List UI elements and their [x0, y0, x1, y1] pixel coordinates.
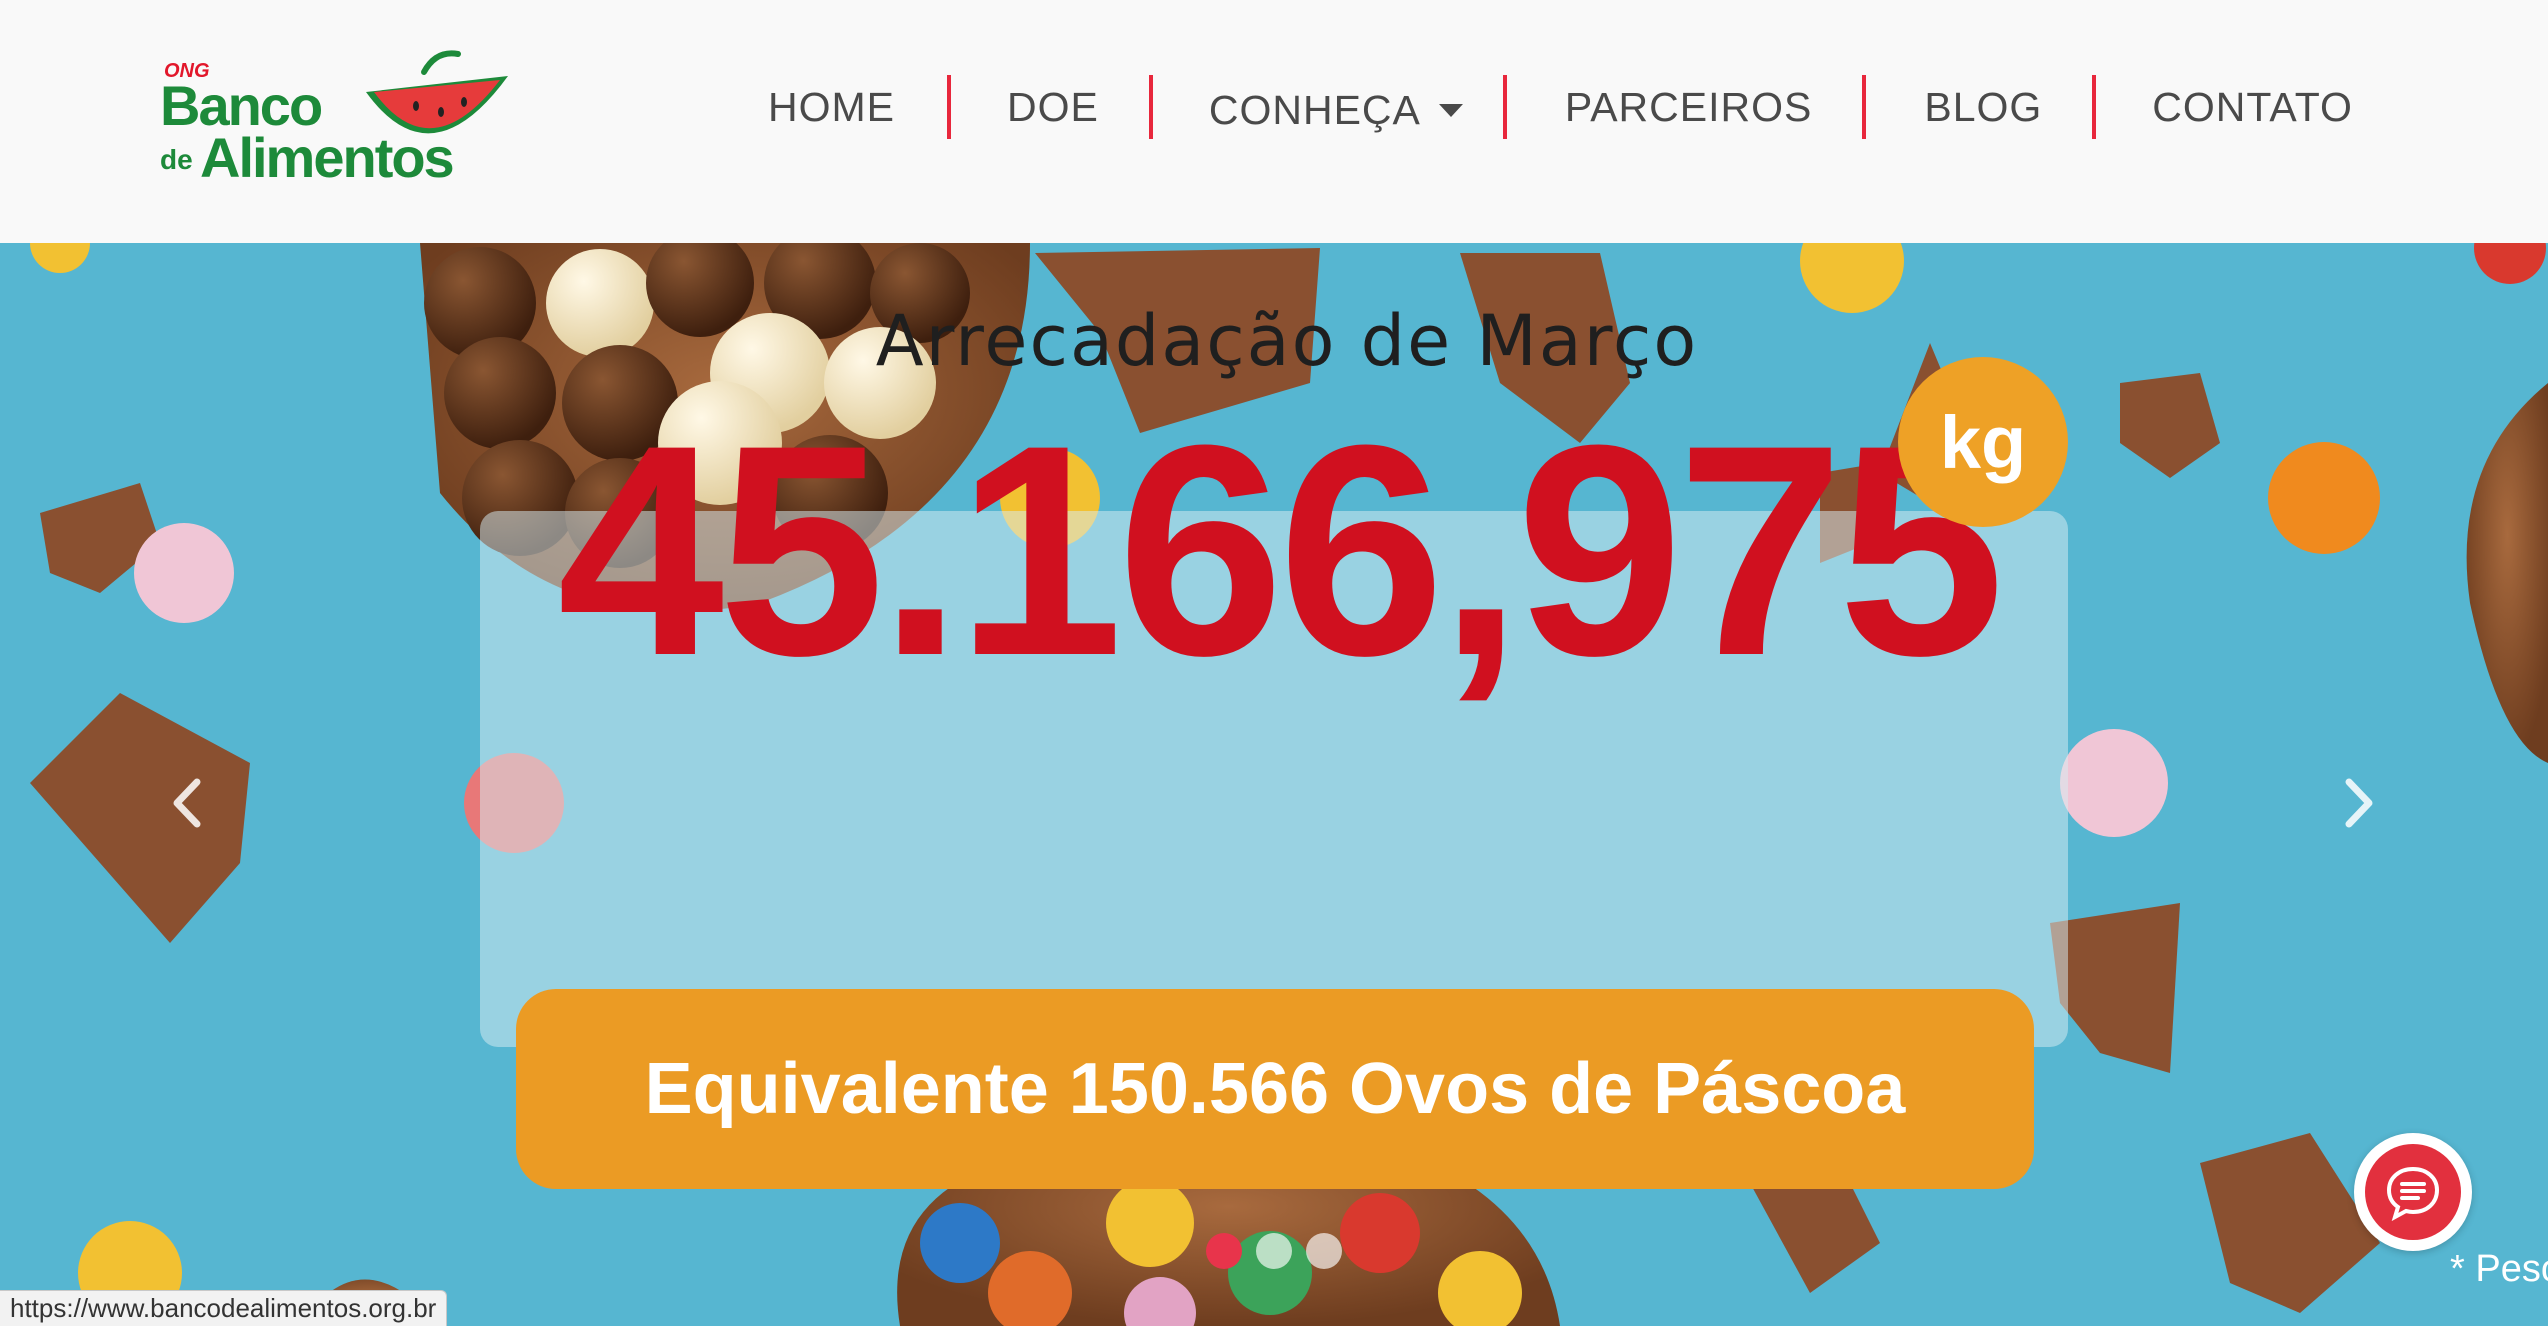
chat-icon	[2386, 1166, 2440, 1221]
logo-de-text: de	[160, 144, 193, 175]
unit-badge: kg	[1898, 357, 2068, 527]
carousel-prev-button[interactable]	[156, 763, 216, 843]
panel-title: Arrecadação de Março	[875, 300, 1699, 382]
chevron-right-icon	[2345, 778, 2373, 828]
nav-doe[interactable]: DOE	[951, 84, 1149, 131]
chevron-left-icon	[173, 778, 201, 828]
nav-home[interactable]: HOME	[730, 84, 947, 131]
equivalent-banner: Equivalente 150.566 Ovos de Páscoa	[516, 989, 2034, 1189]
carousel-dot[interactable]	[1306, 1233, 1342, 1269]
collected-amount: 45.166,975	[557, 382, 2004, 718]
status-bar-url: https://www.bancodealimentos.org.br	[0, 1290, 448, 1326]
weight-footnote: * Peso	[2450, 1248, 2548, 1290]
caret-down-icon	[1438, 103, 1463, 117]
carousel-next-button[interactable]	[2330, 763, 2390, 843]
site-header: ONG Banco de Alimentos HOME DOE CONHEÇA …	[0, 0, 2548, 243]
watermelon-icon	[366, 50, 508, 134]
carousel-dot[interactable]	[1256, 1233, 1292, 1269]
nav-contato[interactable]: CONTATO	[2096, 84, 2353, 131]
carousel-dot[interactable]	[1206, 1233, 1242, 1269]
nav-parceiros[interactable]: PARCEIROS	[1507, 84, 1862, 131]
nav-blog[interactable]: BLOG	[1866, 84, 2092, 131]
nav-conheca[interactable]: CONHEÇA	[1153, 81, 1503, 134]
chat-button[interactable]	[2354, 1133, 2472, 1251]
main-nav: HOME DOE CONHEÇA PARCEIROS BLOG CONTATO	[730, 72, 2353, 142]
carousel-indicators	[1206, 1233, 1342, 1269]
chat-button-inner	[2365, 1144, 2461, 1240]
logo[interactable]: ONG Banco de Alimentos	[160, 42, 520, 202]
nav-conheca-label: CONHEÇA	[1208, 86, 1421, 133]
